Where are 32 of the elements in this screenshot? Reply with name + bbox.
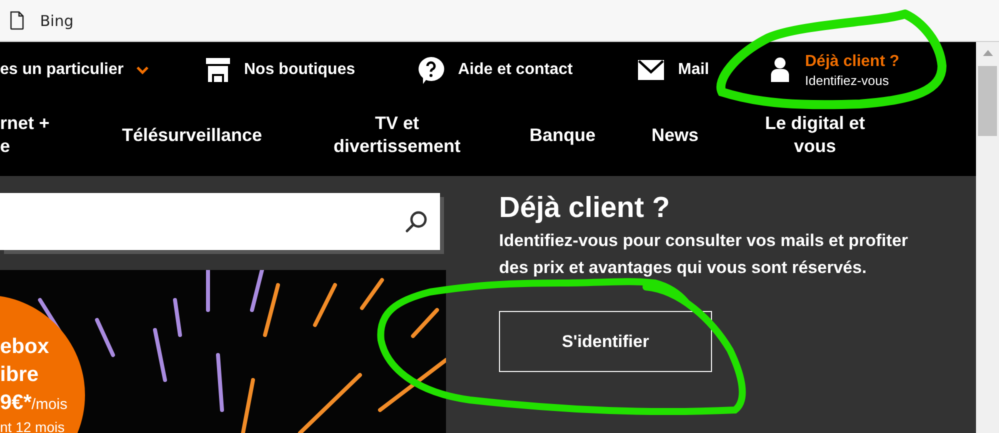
nav-link[interactable]: Le digital et vous — [764, 112, 865, 158]
badge-text: ebox — [0, 334, 50, 360]
nav-link[interactable]: Banque — [529, 124, 596, 146]
tab-title[interactable]: Bing — [40, 12, 74, 30]
badge-text: ibre — [0, 362, 39, 388]
badge-footnote: nt 12 mois — [0, 419, 65, 433]
nav-link[interactable]: TV et divertissement — [333, 112, 461, 158]
panel-text: Identifiez-vous pour consulter vos mails et profiter des prix et avantages qui vous sont réservés. — [499, 230, 910, 279]
scrollbar-thumb[interactable] — [978, 66, 997, 136]
nav-link[interactable]: Télésurveillance — [122, 124, 262, 146]
top-link[interactable]: es un particulier — [0, 61, 149, 79]
nav-link[interactable]: rnet + e — [0, 112, 50, 158]
top-link[interactable]: Aide et contact — [417, 56, 573, 84]
top-link[interactable]: Mail — [637, 59, 710, 81]
person-icon — [770, 57, 790, 83]
panel-title: Déjà client ? — [499, 192, 670, 225]
account-subtitle: Identifiez-vous — [805, 72, 890, 88]
badge-price-unit: /mois — [32, 395, 68, 415]
shop-icon — [205, 57, 231, 83]
file-icon — [10, 11, 24, 30]
scrollbar[interactable] — [976, 42, 999, 433]
login-button[interactable]: S'identifier — [499, 311, 712, 372]
badge-price: 9€* — [0, 390, 32, 416]
mail-icon — [637, 59, 665, 81]
chevron-down-icon — [136, 66, 149, 74]
account-link[interactable]: Déjà client ? Identifiez-vous — [770, 52, 900, 88]
help-icon — [417, 56, 445, 84]
search-icon[interactable] — [404, 210, 428, 234]
top-link[interactable]: Nos boutiques — [205, 57, 356, 83]
account-title: Déjà client ? — [805, 52, 900, 70]
scroll-up-icon[interactable] — [982, 50, 992, 56]
nav-link[interactable]: News — [651, 124, 699, 146]
